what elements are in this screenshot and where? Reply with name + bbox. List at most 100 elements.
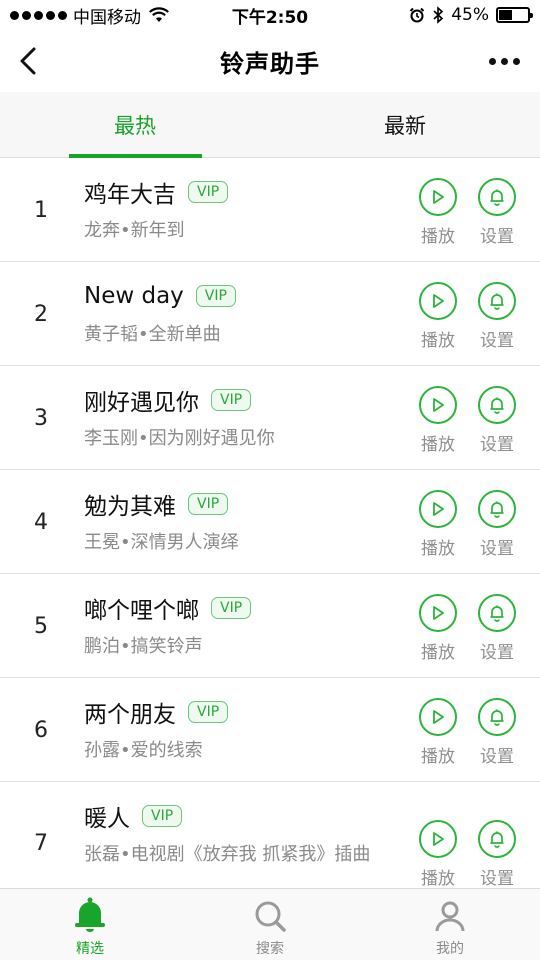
bell-outline-icon [490, 293, 504, 310]
play-label: 播放 [421, 643, 455, 663]
play-label: 播放 [421, 869, 455, 888]
play-button[interactable]: 播放 [418, 178, 458, 247]
vip-badge: VIP [211, 597, 252, 619]
rank-number: 7 [34, 830, 48, 856]
alarm-icon [409, 7, 425, 23]
set-ringtone-button[interactable]: 设置 [477, 282, 517, 351]
bell-outline-icon [490, 709, 504, 726]
play-icon [433, 606, 444, 620]
list-item[interactable]: 4 勉为其难 VIP 王冕•深情男人演绎 播放 设置 [0, 470, 540, 574]
back-arrow-icon [20, 47, 36, 75]
bell-outline-icon [490, 501, 504, 518]
list-item[interactable]: 3 刚好遇见你 VIP 李玉刚•因为刚好遇见你 播放 设置 [0, 366, 540, 470]
song-subtitle: 王冕•深情男人演绎 [84, 532, 239, 553]
list-item[interactable]: 5 啷个哩个啷 VIP 鹏泊•搞笑铃声 播放 设置 [0, 574, 540, 678]
vip-badge: VIP [188, 181, 229, 203]
play-icon [433, 294, 444, 308]
status-bar: 中国移动 下午2:50 45% [0, 0, 540, 30]
rank-number: 3 [34, 405, 48, 431]
bell-outline-icon [490, 831, 504, 848]
song-subtitle: 鹏泊•搞笑铃声 [84, 636, 203, 657]
set-ringtone-button[interactable]: 设置 [477, 178, 517, 247]
battery-icon [496, 7, 533, 23]
rank-number: 1 [34, 197, 48, 223]
list-item[interactable]: 7 暖人 VIP 张磊•电视剧《放弃我 抓紧我》插曲 播放 设置 [0, 782, 540, 888]
rank-number: 5 [34, 613, 48, 639]
vip-badge: VIP [142, 805, 183, 827]
list-item[interactable]: 6 两个朋友 VIP 孙露•爱的线索 播放 设置 [0, 678, 540, 782]
set-label: 设置 [480, 643, 514, 663]
tab-bar-label: 我的 [436, 941, 464, 957]
set-label: 设置 [480, 869, 514, 888]
category-tabs: 最热 最新 [0, 92, 540, 158]
tab-hottest[interactable]: 最热 [0, 92, 270, 158]
set-label: 设置 [480, 747, 514, 767]
more-dots-icon [488, 57, 496, 65]
play-label: 播放 [421, 747, 455, 767]
tab-bar-label: 搜索 [256, 941, 284, 957]
song-title: 刚好遇见你 [84, 390, 199, 416]
bell-outline-icon [490, 605, 504, 622]
bottom-tab-bar: 精选 搜索 我的 [0, 888, 540, 960]
back-button[interactable] [10, 42, 46, 80]
play-button[interactable]: 播放 [418, 698, 458, 767]
song-title: 鸡年大吉 [84, 182, 176, 208]
bell-icon [75, 897, 105, 932]
signal-strength-icon [10, 10, 67, 20]
song-title: 啷个哩个啷 [84, 598, 199, 624]
play-label: 播放 [421, 435, 455, 455]
list-item[interactable]: 1 鸡年大吉 VIP 龙奔•新年到 播放 设置 [0, 158, 540, 262]
rank-number: 4 [34, 509, 48, 535]
vip-badge: VIP [188, 701, 229, 723]
set-ringtone-button[interactable]: 设置 [477, 698, 517, 767]
set-ringtone-button[interactable]: 设置 [477, 490, 517, 559]
set-ringtone-button[interactable]: 设置 [477, 594, 517, 663]
song-subtitle: 张磊•电视剧《放弃我 抓紧我》插曲 [84, 844, 371, 865]
play-icon [433, 190, 444, 204]
more-options-button[interactable] [484, 50, 524, 72]
rank-number: 2 [34, 301, 48, 327]
carrier-name: 中国移动 [73, 7, 141, 28]
play-label: 播放 [421, 539, 455, 559]
set-label: 设置 [480, 539, 514, 559]
tab-bar-search[interactable]: 搜索 [180, 889, 360, 960]
song-subtitle: 龙奔•新年到 [84, 220, 185, 241]
play-button[interactable]: 播放 [418, 490, 458, 559]
tab-newest[interactable]: 最新 [270, 92, 540, 157]
rank-number: 6 [34, 717, 48, 743]
song-subtitle: 李玉刚•因为刚好遇见你 [84, 428, 275, 449]
play-button[interactable]: 播放 [418, 820, 458, 888]
vip-badge: VIP [195, 285, 236, 307]
play-label: 播放 [421, 227, 455, 247]
play-icon [433, 398, 444, 412]
navigation-bar: 铃声助手 [0, 30, 540, 92]
play-icon [433, 710, 444, 724]
list-item[interactable]: 2 New day VIP 黄子韬•全新单曲 播放 设置 [0, 262, 540, 366]
ringtone-list: 1 鸡年大吉 VIP 龙奔•新年到 播放 设置 2 New day VIP 黄子… [0, 158, 540, 888]
set-label: 设置 [480, 435, 514, 455]
battery-percent: 45% [451, 5, 489, 25]
tab-bar-featured[interactable]: 精选 [0, 889, 180, 960]
search-icon [255, 901, 286, 932]
vip-badge: VIP [188, 493, 229, 515]
song-title: 两个朋友 [84, 702, 176, 728]
song-title: 勉为其难 [84, 494, 176, 520]
vip-badge: VIP [211, 389, 252, 411]
bluetooth-icon [433, 6, 444, 24]
set-ringtone-button[interactable]: 设置 [477, 820, 517, 888]
song-subtitle: 黄子韬•全新单曲 [84, 324, 221, 345]
play-icon [433, 502, 444, 516]
song-subtitle: 孙露•爱的线索 [84, 740, 203, 761]
tab-bar-mine[interactable]: 我的 [360, 889, 540, 960]
play-button[interactable]: 播放 [418, 282, 458, 351]
set-ringtone-button[interactable]: 设置 [477, 386, 517, 455]
play-button[interactable]: 播放 [418, 386, 458, 455]
bell-outline-icon [490, 397, 504, 414]
user-icon [435, 901, 465, 932]
play-button[interactable]: 播放 [418, 594, 458, 663]
set-label: 设置 [480, 227, 514, 247]
song-title: New day [84, 283, 184, 309]
tab-bar-label: 精选 [76, 941, 104, 957]
wifi-icon [149, 7, 169, 22]
play-icon [433, 832, 444, 846]
